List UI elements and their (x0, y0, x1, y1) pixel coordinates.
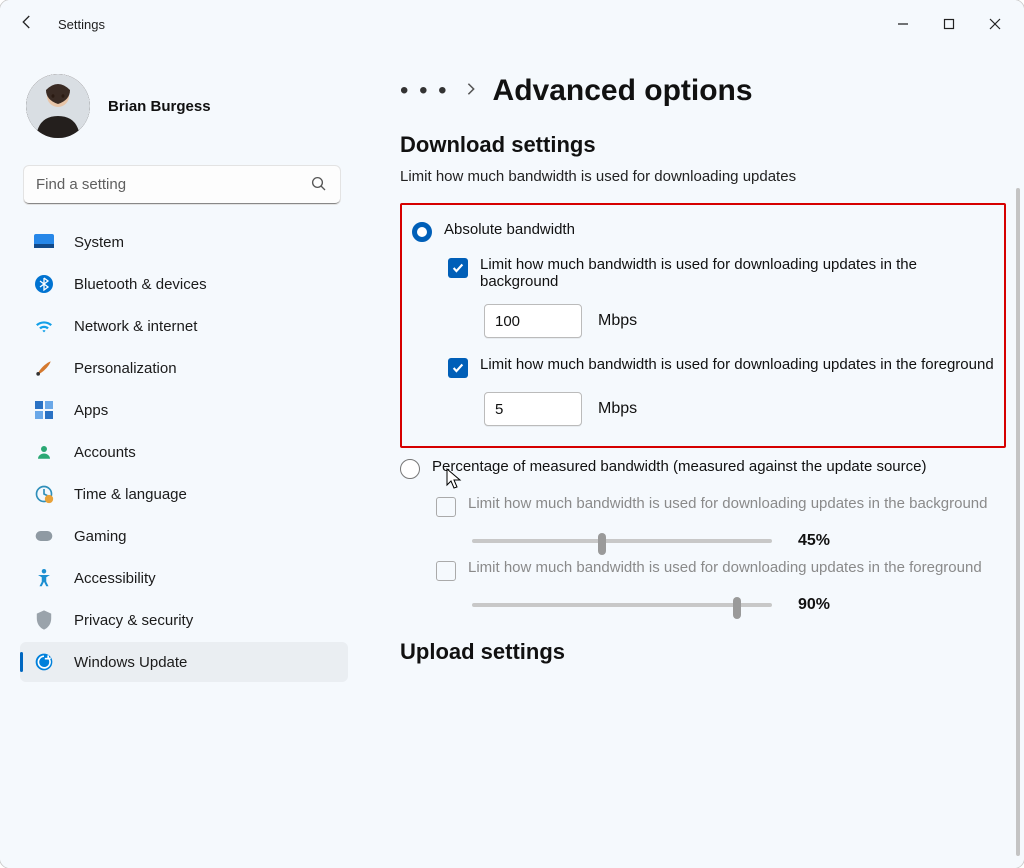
checkbox-icon (436, 497, 456, 517)
accessibility-icon (34, 568, 54, 588)
scrollbar[interactable] (1016, 188, 1020, 856)
maximize-button[interactable] (926, 8, 972, 40)
search-box[interactable] (24, 166, 340, 204)
gamepad-icon (34, 526, 54, 546)
apps-icon (34, 400, 54, 420)
checkbox-fg-limit[interactable]: Limit how much bandwidth is used for dow… (448, 356, 994, 378)
highlight-box: Absolute bandwidth Limit how much bandwi… (400, 203, 1006, 448)
radio-icon (412, 222, 432, 242)
search-input[interactable] (24, 166, 340, 204)
bluetooth-icon (34, 274, 54, 294)
radio-icon (400, 459, 420, 479)
brush-icon (34, 358, 54, 378)
unit-label: Mbps (598, 312, 637, 330)
checkbox-label: Limit how much bandwidth is used for dow… (480, 356, 994, 373)
wifi-icon (34, 316, 54, 336)
sidebar-item-update[interactable]: Windows Update (20, 642, 348, 682)
checkbox-label: Limit how much bandwidth is used for dow… (480, 256, 994, 290)
app-title: Settings (58, 17, 105, 32)
sidebar-item-accounts[interactable]: Accounts (20, 432, 348, 472)
chevron-right-icon (465, 82, 477, 101)
checkbox-icon (448, 358, 468, 378)
checkbox-icon (448, 258, 468, 278)
checkbox-pct-bg: Limit how much bandwidth is used for dow… (436, 495, 1006, 517)
fg-bandwidth-input[interactable] (484, 392, 582, 426)
checkbox-bg-limit[interactable]: Limit how much bandwidth is used for dow… (448, 256, 994, 290)
person-icon (34, 442, 54, 462)
download-section-title: Download settings (400, 132, 1006, 158)
sidebar: Brian Burgess System Bluetooth & devices (0, 48, 360, 868)
page-title: Advanced options (493, 74, 753, 108)
sidebar-item-label: Apps (74, 402, 108, 419)
pct-fg-slider (472, 595, 772, 615)
bg-bandwidth-input[interactable] (484, 304, 582, 338)
system-icon (34, 232, 54, 252)
titlebar: Settings (0, 0, 1024, 48)
sidebar-item-apps[interactable]: Apps (20, 390, 348, 430)
sidebar-item-label: Accessibility (74, 570, 156, 587)
settings-window: Settings (0, 0, 1024, 868)
radio-label: Percentage of measured bandwidth (measur… (432, 458, 926, 475)
unit-label: Mbps (598, 400, 637, 418)
sidebar-item-label: Network & internet (74, 318, 197, 335)
checkbox-icon (436, 561, 456, 581)
sidebar-item-personalization[interactable]: Personalization (20, 348, 348, 388)
update-icon (34, 652, 54, 672)
sidebar-item-label: Time & language (74, 486, 187, 503)
sidebar-item-label: Privacy & security (74, 612, 193, 629)
breadcrumb-more-icon[interactable]: • • • (400, 87, 449, 95)
sidebar-item-bluetooth[interactable]: Bluetooth & devices (20, 264, 348, 304)
sidebar-item-privacy[interactable]: Privacy & security (20, 600, 348, 640)
main-content: • • • Advanced options Download settings… (360, 48, 1024, 868)
pct-bg-slider (472, 531, 772, 551)
breadcrumb: • • • Advanced options (400, 74, 1006, 108)
sidebar-item-network[interactable]: Network & internet (20, 306, 348, 346)
nav-list: System Bluetooth & devices Network & int… (20, 222, 348, 682)
checkbox-label: Limit how much bandwidth is used for dow… (468, 559, 982, 576)
pct-bg-value: 45% (798, 532, 830, 550)
download-subtitle: Limit how much bandwidth is used for dow… (400, 168, 1006, 185)
profile-name: Brian Burgess (108, 98, 211, 115)
avatar (26, 74, 90, 138)
sidebar-item-label: Windows Update (74, 654, 187, 671)
radio-absolute[interactable]: Absolute bandwidth (412, 221, 994, 242)
close-button[interactable] (972, 8, 1018, 40)
sidebar-item-accessibility[interactable]: Accessibility (20, 558, 348, 598)
shield-icon (34, 610, 54, 630)
profile-block[interactable]: Brian Burgess (20, 68, 348, 154)
search-icon (310, 175, 328, 198)
upload-section-title: Upload settings (400, 639, 1006, 665)
sidebar-item-time[interactable]: Time & language (20, 474, 348, 514)
sidebar-item-gaming[interactable]: Gaming (20, 516, 348, 556)
clock-globe-icon (34, 484, 54, 504)
checkbox-pct-fg: Limit how much bandwidth is used for dow… (436, 559, 1006, 581)
minimize-button[interactable] (880, 8, 926, 40)
checkbox-label: Limit how much bandwidth is used for dow… (468, 495, 988, 512)
sidebar-item-label: Accounts (74, 444, 136, 461)
radio-percentage[interactable]: Percentage of measured bandwidth (measur… (400, 458, 1006, 479)
radio-label: Absolute bandwidth (444, 221, 575, 238)
sidebar-item-label: System (74, 234, 124, 251)
sidebar-item-system[interactable]: System (20, 222, 348, 262)
sidebar-item-label: Gaming (74, 528, 127, 545)
back-button[interactable] (18, 13, 36, 36)
sidebar-item-label: Bluetooth & devices (74, 276, 207, 293)
sidebar-item-label: Personalization (74, 360, 177, 377)
pct-fg-value: 90% (798, 596, 830, 614)
